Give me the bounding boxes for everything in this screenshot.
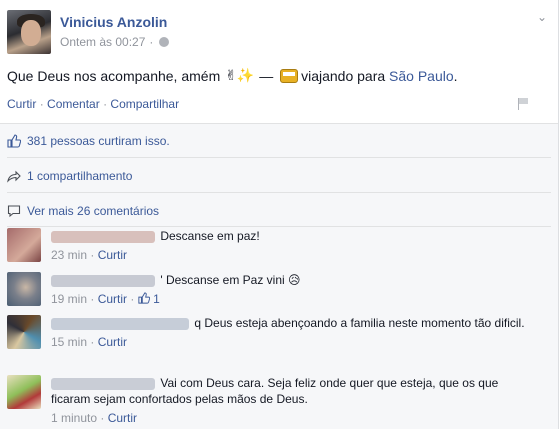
comment-text: q Deus esteja abençoando a familia neste… — [194, 316, 525, 330]
comment-item: Vai com Deus cara. Seja feliz onde quer … — [7, 375, 552, 425]
likes-text[interactable]: 381 pessoas curtiram isso. — [27, 134, 170, 148]
commenter-avatar[interactable] — [7, 228, 41, 262]
meta-separator: · — [90, 292, 95, 306]
comment-text: Descanse em paz! — [160, 229, 260, 243]
comment-time[interactable]: 19 min — [51, 292, 87, 306]
place-link[interactable]: São Paulo — [389, 68, 454, 84]
post-period: . — [453, 67, 458, 84]
more-comments-row: Ver mais 26 comentários — [7, 204, 159, 218]
like-button[interactable]: Curtir — [7, 97, 36, 111]
meta-separator: · — [100, 411, 105, 425]
comment-body: Vai com Deus cara. Seja feliz onde quer … — [51, 375, 531, 426]
comment-bubble-icon — [7, 205, 21, 218]
post-activity: viajando para — [301, 67, 386, 84]
divider — [7, 226, 551, 227]
comment-body: ' Descanse em Paz vini 😥 19 min · Curtir… — [51, 272, 531, 307]
commenter-name[interactable] — [51, 230, 155, 243]
comment-button[interactable]: Comentar — [47, 97, 100, 111]
comment-like-button[interactable]: Curtir — [108, 411, 137, 425]
post-text-prefix: Que Deus nos acompanhe, amém — [7, 67, 221, 84]
post-text: Que Deus nos acompanhe, amém ✌✨ — viajan… — [7, 67, 458, 84]
shares-row: 1 compartilhamento — [7, 169, 132, 183]
chevron-down-icon[interactable]: ⌄ — [537, 10, 547, 24]
post-actions: Curtir · Comentar · Compartilhar — [7, 97, 179, 111]
comment-time[interactable]: 15 min — [51, 335, 87, 349]
comment-item: q Deus esteja abençoando a familia neste… — [7, 315, 552, 365]
comment-like-button[interactable]: Curtir — [98, 292, 127, 306]
share-button[interactable]: Compartilhar — [110, 97, 179, 111]
post-header: Vinicius Anzolin Ontem às 00:27 · ⌄ — [7, 10, 547, 56]
comment-time[interactable]: 1 minuto — [51, 411, 97, 425]
commenter-avatar[interactable] — [7, 272, 41, 306]
meta-separator: · — [130, 292, 135, 306]
comment-meta: 23 min · Curtir — [51, 247, 531, 263]
globe-icon — [159, 37, 170, 47]
comment-item: Descanse em paz! 23 min · Curtir — [7, 228, 552, 264]
post-timestamp[interactable]: Ontem às 00:27 — [60, 35, 145, 49]
thumbs-up-icon — [138, 292, 150, 304]
more-comments-link[interactable]: Ver mais 26 comentários — [27, 204, 159, 218]
commenter-name[interactable] — [51, 317, 189, 330]
bus-icon — [280, 68, 299, 83]
commenter-avatar[interactable] — [7, 375, 41, 409]
post-meta: Ontem às 00:27 · — [60, 35, 170, 49]
divider — [7, 192, 551, 193]
flag-icon[interactable] — [516, 97, 530, 111]
thumbs-up-icon — [7, 134, 21, 148]
action-separator: · — [39, 97, 44, 111]
meta-separator: · — [149, 35, 154, 49]
comment-meta: 1 minuto · Curtir — [51, 410, 531, 426]
comment-like-count[interactable]: 1 — [153, 292, 160, 306]
commenter-name[interactable] — [51, 274, 155, 287]
divider — [7, 157, 551, 158]
author-avatar[interactable] — [7, 10, 51, 54]
sad-face-icon: 😥 — [288, 273, 301, 287]
comment-like-button[interactable]: Curtir — [98, 335, 127, 349]
likes-row: 381 pessoas curtiram isso. — [7, 134, 170, 148]
comment-time[interactable]: 23 min — [51, 248, 87, 262]
post-card: Vinicius Anzolin Ontem às 00:27 · ⌄ Que … — [0, 0, 559, 429]
commenter-avatar[interactable] — [7, 315, 41, 349]
post-dash: — — [259, 67, 274, 84]
comment-meta: 15 min · Curtir — [51, 334, 531, 350]
comment-body: q Deus esteja abençoando a familia neste… — [51, 315, 531, 350]
comment-item: ' Descanse em Paz vini 😥 19 min · Curtir… — [7, 272, 552, 308]
comment-meta: 19 min · Curtir · 1 — [51, 291, 531, 307]
comment-body: Descanse em paz! 23 min · Curtir — [51, 228, 531, 263]
action-separator: · — [103, 97, 108, 111]
meta-separator: · — [90, 335, 95, 349]
comment-like-button[interactable]: Curtir — [98, 248, 127, 262]
shares-text[interactable]: 1 compartilhamento — [27, 169, 132, 183]
post-emojis: ✌✨ — [225, 67, 255, 83]
share-arrow-icon — [7, 170, 21, 183]
commenter-name[interactable] — [51, 377, 155, 390]
comment-text: ' Descanse em Paz vini — [160, 273, 285, 287]
divider — [0, 123, 558, 124]
avatar-face — [21, 20, 41, 46]
meta-separator: · — [90, 248, 95, 262]
author-name[interactable]: Vinicius Anzolin — [60, 14, 167, 30]
